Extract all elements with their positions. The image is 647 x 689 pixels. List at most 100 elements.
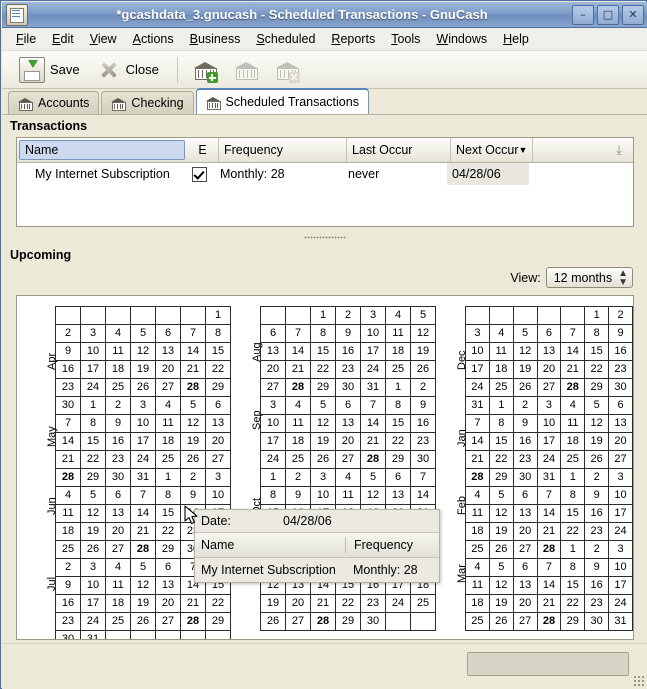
calendar-day[interactable]: 18 <box>386 343 411 361</box>
calendar-day[interactable]: 8 <box>561 487 585 505</box>
calendar-day[interactable]: 26 <box>411 361 436 379</box>
calendar-day[interactable]: 1 <box>206 307 231 325</box>
calendar-day[interactable]: 25 <box>286 451 311 469</box>
calendar-day[interactable]: 5 <box>181 397 206 415</box>
calendar-day[interactable]: 18 <box>56 523 81 541</box>
calendar-day[interactable]: 17 <box>261 433 286 451</box>
calendar-day[interactable]: 23 <box>361 595 386 613</box>
calendar-day[interactable]: 30 <box>411 451 436 469</box>
delete-scheduled-transaction-button[interactable] <box>268 56 306 84</box>
calendar-day[interactable]: 11 <box>489 343 513 361</box>
calendar-day[interactable]: 6 <box>513 487 537 505</box>
calendar-day[interactable]: 26 <box>261 613 286 631</box>
calendar-day[interactable]: 26 <box>311 451 336 469</box>
calendar-day[interactable]: 31 <box>609 613 633 631</box>
calendar-day[interactable]: 13 <box>156 343 181 361</box>
calendar-day[interactable]: 18 <box>106 595 131 613</box>
calendar-day[interactable]: 30 <box>513 469 537 487</box>
calendar-day-scheduled[interactable]: 28 <box>181 613 206 631</box>
calendar-day[interactable]: 20 <box>537 361 561 379</box>
calendar-day[interactable]: 2 <box>513 397 537 415</box>
calendar-day[interactable]: 22 <box>206 361 231 379</box>
menu-item-tools[interactable]: Tools <box>383 30 428 48</box>
calendar-day[interactable]: 25 <box>561 451 585 469</box>
calendar-day[interactable]: 1 <box>81 397 106 415</box>
calendar-day-scheduled[interactable]: 28 <box>537 613 561 631</box>
calendar-day[interactable]: 2 <box>286 469 311 487</box>
calendar-day[interactable]: 7 <box>361 397 386 415</box>
calendar-day[interactable]: 29 <box>489 469 513 487</box>
calendar-day[interactable]: 19 <box>131 595 156 613</box>
calendar-day[interactable]: 26 <box>131 613 156 631</box>
calendar-day[interactable]: 8 <box>81 415 106 433</box>
calendar-day[interactable]: 25 <box>106 379 131 397</box>
calendar-day[interactable]: 21 <box>537 523 561 541</box>
calendar-day[interactable]: 19 <box>513 361 537 379</box>
calendar-day[interactable]: 9 <box>585 487 609 505</box>
calendar-day[interactable]: 13 <box>106 505 131 523</box>
maximize-button[interactable]: □ <box>597 5 619 25</box>
calendar-day[interactable]: 19 <box>489 595 513 613</box>
calendar-day[interactable]: 19 <box>311 433 336 451</box>
calendar-day[interactable]: 13 <box>336 415 361 433</box>
calendar-day[interactable]: 31 <box>466 397 490 415</box>
calendar-day[interactable]: 22 <box>81 451 106 469</box>
calendar-day[interactable]: 10 <box>609 487 633 505</box>
calendar-day[interactable]: 4 <box>466 487 490 505</box>
menu-item-scheduled[interactable]: Scheduled <box>248 30 323 48</box>
calendar-day[interactable]: 23 <box>106 451 131 469</box>
calendar-day[interactable]: 8 <box>311 325 336 343</box>
calendar-day[interactable]: 29 <box>311 379 336 397</box>
calendar-day[interactable]: 11 <box>156 415 181 433</box>
calendar-day[interactable]: 10 <box>609 559 633 577</box>
menu-item-actions[interactable]: Actions <box>125 30 182 48</box>
calendar-day[interactable]: 25 <box>56 541 81 559</box>
calendar-day[interactable]: 27 <box>513 613 537 631</box>
calendar-day[interactable]: 1 <box>489 397 513 415</box>
calendar-day[interactable]: 29 <box>156 541 181 559</box>
upcoming-calendar[interactable]: 1234567891011121314151617181920212223242… <box>16 295 634 640</box>
calendar-day[interactable]: 10 <box>361 325 386 343</box>
calendar-day[interactable]: 24 <box>466 379 490 397</box>
calendar-day[interactable]: 7 <box>466 415 490 433</box>
calendar-day[interactable]: 2 <box>609 307 633 325</box>
calendar-day[interactable]: 31 <box>361 379 386 397</box>
calendar-day[interactable]: 2 <box>411 379 436 397</box>
calendar-day[interactable]: 4 <box>336 469 361 487</box>
calendar-day[interactable]: 15 <box>81 433 106 451</box>
close-page-button[interactable]: Close <box>90 56 166 84</box>
calendar-day[interactable]: 16 <box>585 577 609 595</box>
calendar-day[interactable]: 30 <box>609 379 633 397</box>
calendar-day[interactable]: 26 <box>81 541 106 559</box>
calendar-day[interactable]: 9 <box>106 415 131 433</box>
calendar-day[interactable]: 7 <box>56 415 81 433</box>
calendar-day[interactable]: 5 <box>81 487 106 505</box>
calendar-day[interactable]: 20 <box>336 433 361 451</box>
calendar-day[interactable]: 5 <box>411 307 436 325</box>
calendar-day[interactable]: 27 <box>156 379 181 397</box>
calendar-day[interactable]: 18 <box>156 433 181 451</box>
calendar-day[interactable]: 9 <box>56 343 81 361</box>
calendar-day[interactable]: 10 <box>311 487 336 505</box>
calendar-day[interactable]: 26 <box>181 451 206 469</box>
calendar-day[interactable]: 19 <box>81 523 106 541</box>
view-range-select[interactable]: 12 months ▲▼ <box>546 267 633 288</box>
calendar-day[interactable]: 12 <box>81 505 106 523</box>
calendar-grid[interactable]: 1234567891011121314151617181920212223242… <box>55 306 231 640</box>
calendar-day[interactable]: 20 <box>156 595 181 613</box>
calendar-day[interactable]: 16 <box>513 433 537 451</box>
calendar-day[interactable]: 9 <box>609 325 633 343</box>
calendar-day[interactable]: 12 <box>585 415 609 433</box>
calendar-day[interactable]: 21 <box>56 451 81 469</box>
calendar-day[interactable]: 11 <box>336 487 361 505</box>
calendar-day[interactable]: 17 <box>81 595 106 613</box>
calendar-day[interactable]: 22 <box>336 595 361 613</box>
calendar-day[interactable]: 11 <box>386 325 411 343</box>
calendar-day[interactable]: 31 <box>131 469 156 487</box>
calendar-day[interactable]: 26 <box>585 451 609 469</box>
calendar-day[interactable]: 18 <box>561 433 585 451</box>
calendar-day[interactable]: 20 <box>261 361 286 379</box>
calendar-day[interactable]: 22 <box>561 523 585 541</box>
calendar-day[interactable]: 15 <box>206 343 231 361</box>
calendar-day[interactable]: 4 <box>386 307 411 325</box>
